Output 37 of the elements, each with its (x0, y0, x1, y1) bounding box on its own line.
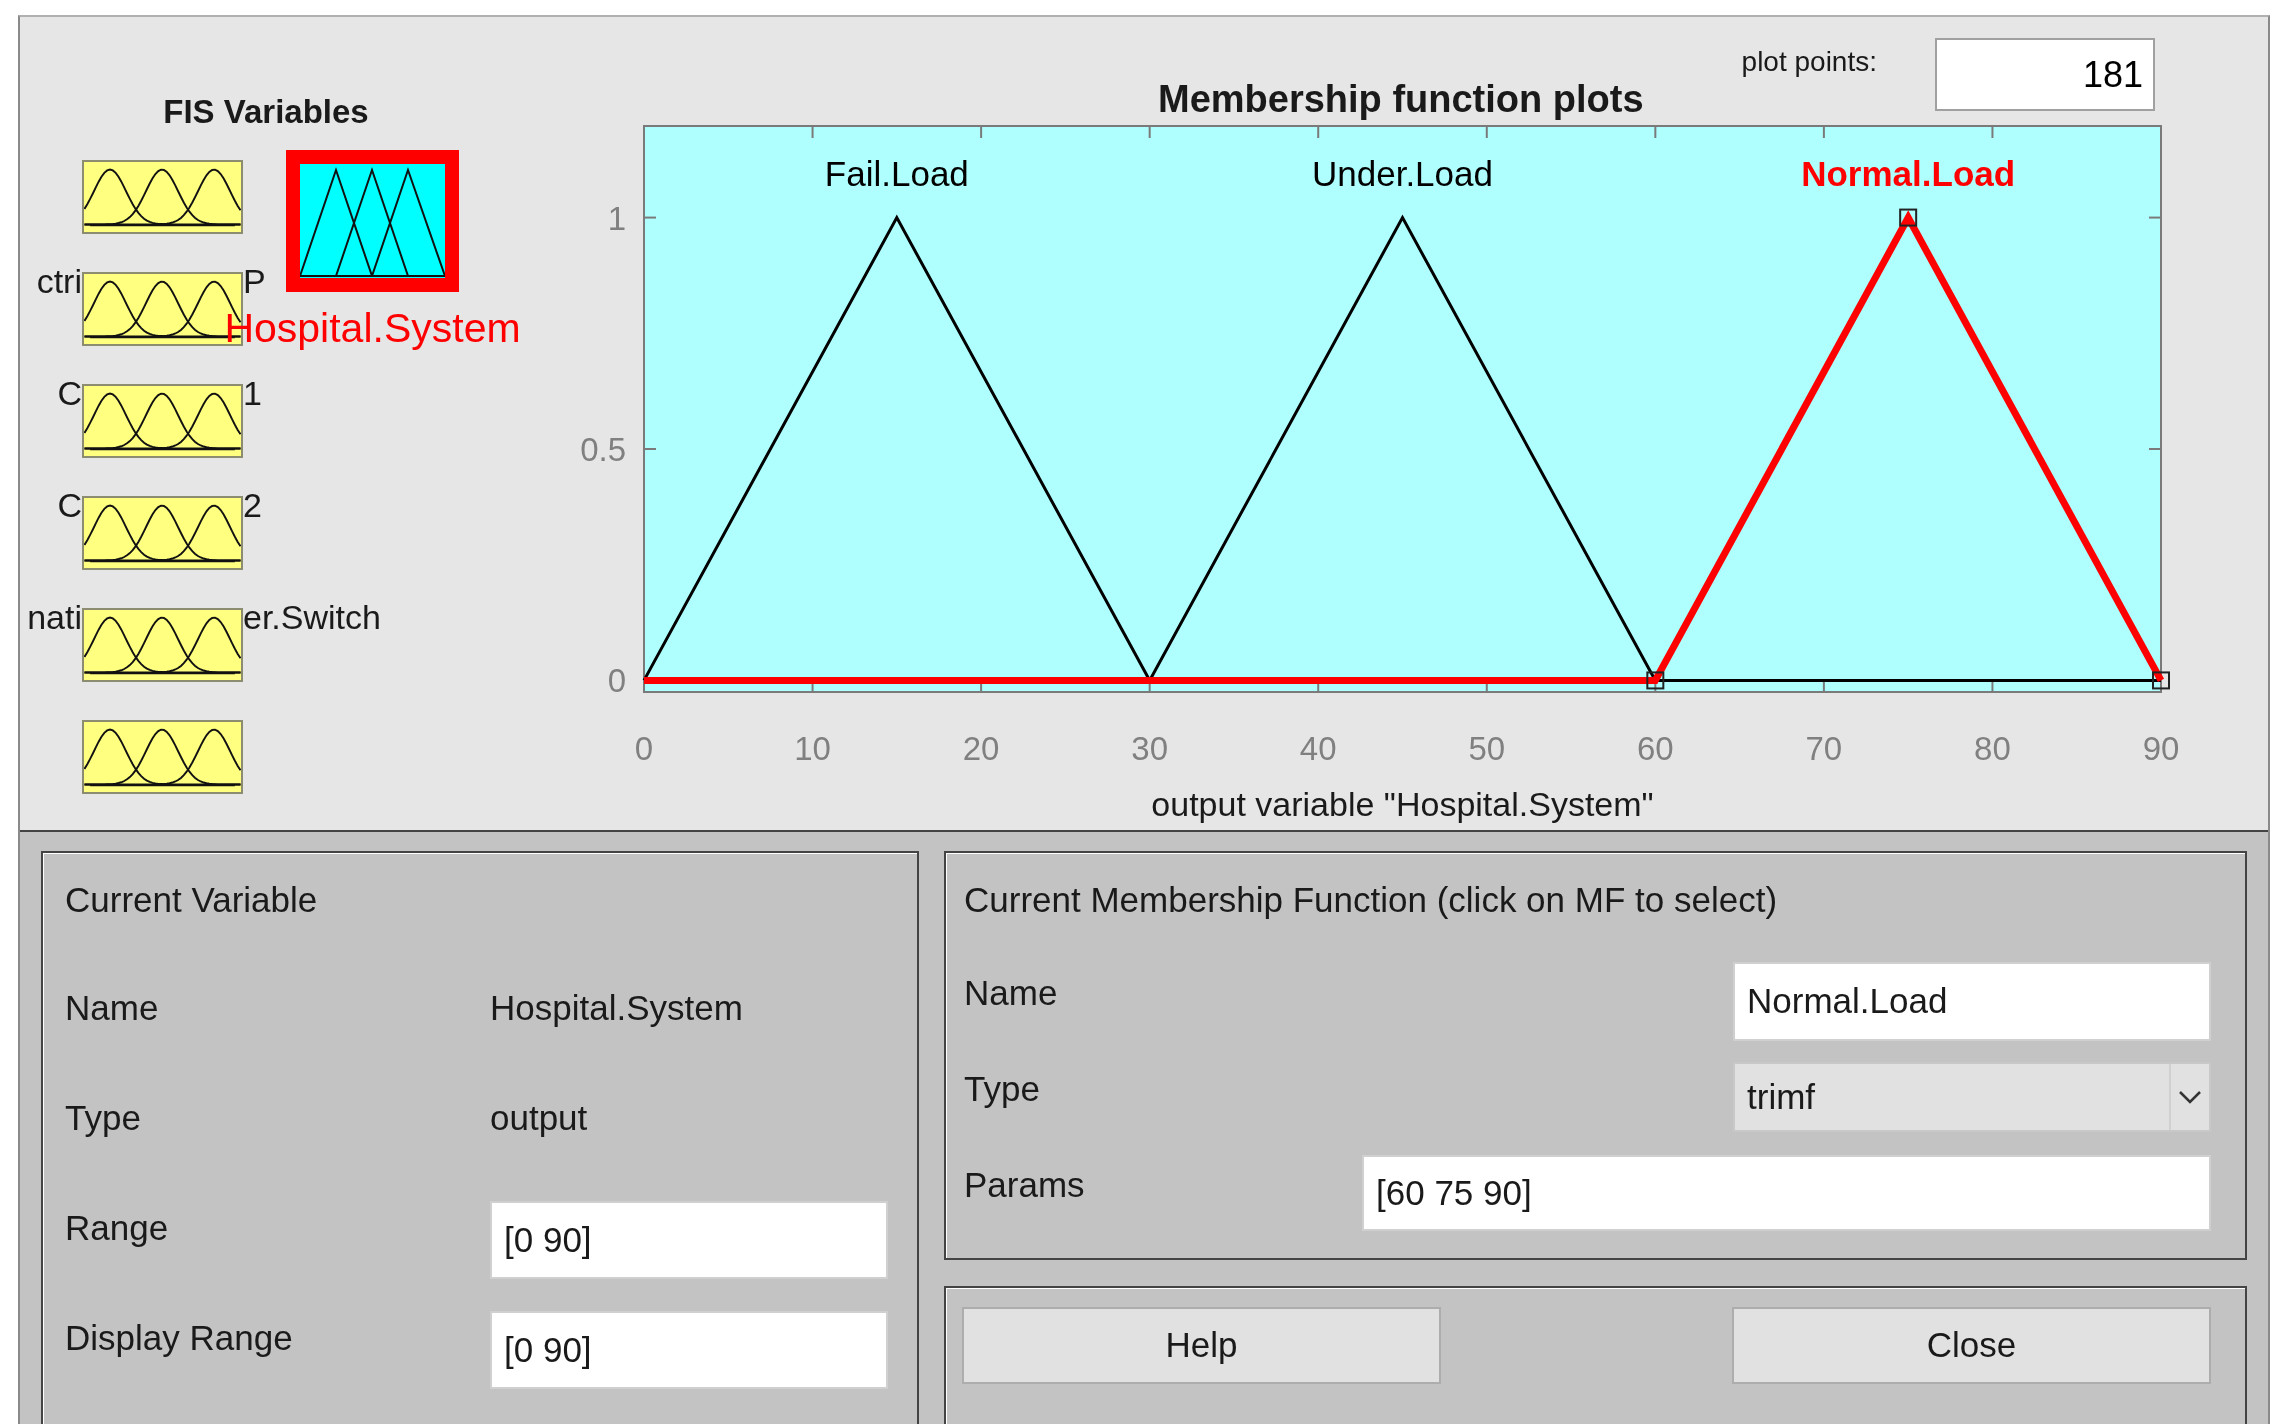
group-title: Current Membership Function (click on MF to select) (964, 880, 1778, 919)
variable-label: er.Switch (243, 600, 381, 634)
field-label: Type (964, 1068, 1040, 1110)
group-title: Current Variable (65, 880, 318, 919)
field-label: Display Range (65, 1316, 294, 1359)
field-value: output (490, 1096, 589, 1139)
panel-title: FIS Variables (163, 93, 369, 130)
field-label: Name (964, 972, 1058, 1014)
variable-label: ctri (36, 264, 82, 298)
axis-tick-label: 60 (1636, 730, 1674, 767)
variable-label: C (57, 376, 82, 410)
axis-tick-label: 70 (1805, 730, 1843, 767)
variable-label: 2 (243, 488, 262, 522)
plot-title: Membership function plots (1158, 77, 1644, 121)
axis-tick-label: 30 (1131, 730, 1169, 767)
field-value: Hospital.System (490, 986, 744, 1029)
axis-tick-label: 40 (1299, 730, 1337, 767)
axis-tick-label: 20 (962, 730, 1000, 767)
axis-tick-label: 90 (2142, 730, 2180, 767)
axis-tick-label: 0.5 (580, 431, 626, 468)
variable-label: 1 (243, 376, 262, 410)
axis-tick-label: 0 (607, 662, 626, 700)
variable-label: nati (27, 600, 82, 634)
axis-tick-label: 50 (1468, 730, 1506, 767)
variable-label: P (243, 264, 266, 298)
axis-tick-label: 1 (607, 199, 626, 237)
field-label: Params (964, 1164, 1085, 1206)
axis-tick-label: 10 (794, 730, 831, 767)
axis-title: output variable "Hospital.System" (1151, 785, 1654, 823)
field-label: Type (65, 1096, 142, 1139)
axis-tick-label: 80 (1974, 730, 2011, 767)
variable-label: C (57, 488, 82, 522)
axis-tick-label: 0 (634, 730, 654, 767)
variable-label: Hospital.System (224, 308, 521, 348)
field-label: Name (65, 986, 160, 1029)
plot-points-label: plot points: (1741, 47, 1877, 79)
field-label: Range (65, 1206, 170, 1249)
